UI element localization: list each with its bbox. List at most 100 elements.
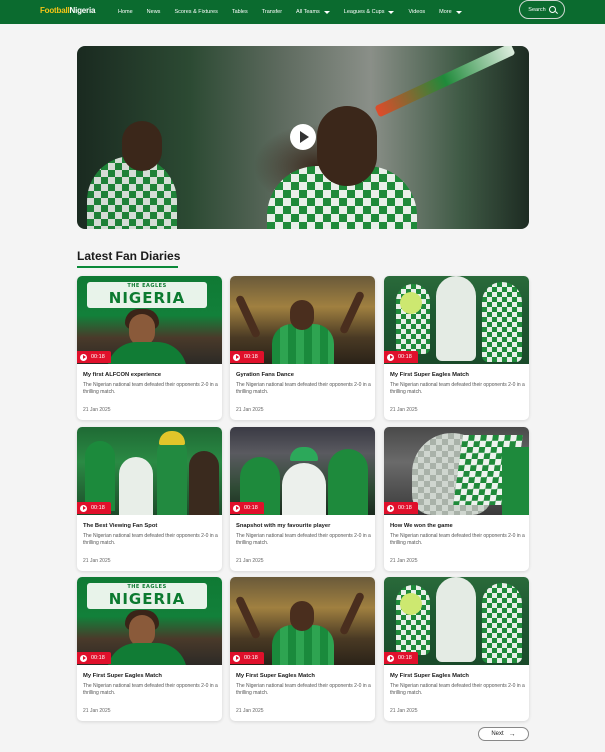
play-icon <box>233 353 240 361</box>
search-label: Search <box>528 6 546 13</box>
top-nav: FootballNigeria Home News Scores & Fixture… <box>0 0 605 24</box>
fan-diary-card[interactable]: 00:18 My First Super Eagles Match The Nige… <box>384 276 529 420</box>
thumb-p3 <box>328 449 368 515</box>
nav-item-leagues-cups[interactable]: Leagues & Cups <box>344 9 395 15</box>
fan-diary-card[interactable]: THE EAGLES NIGERIA 00:18 My First Super Eag… <box>77 577 222 721</box>
thumb-m2 <box>436 577 476 662</box>
nav-item-all-teams[interactable]: All Teams <box>296 9 330 15</box>
card-description: The Nigerian national team defeated thei… <box>236 382 371 395</box>
card-thumbnail[interactable]: 00:18 <box>384 427 529 515</box>
card-title[interactable]: My First Super Eagles Match <box>390 372 469 378</box>
card-description: The Nigerian national team defeated thei… <box>390 533 525 546</box>
card-title[interactable]: How We won the game <box>390 523 453 529</box>
nav-item-home[interactable]: Home <box>118 9 133 15</box>
nav-item-label: More <box>439 9 452 15</box>
card-description: The Nigerian national team defeated thei… <box>83 533 218 546</box>
thumb-face <box>290 300 314 330</box>
fan-diary-card[interactable]: THE EAGLES NIGERIA 00:18 My first ALFCON ex… <box>77 276 222 420</box>
thumb-p3 <box>157 437 187 515</box>
search-icon <box>548 6 556 13</box>
duration-text: 00:18 <box>91 354 105 360</box>
card-thumbnail[interactable]: 00:18 <box>230 276 375 364</box>
card-thumbnail[interactable]: THE EAGLES NIGERIA 00:18 <box>77 276 222 364</box>
section-title: Latest Fan Diaries <box>77 249 181 263</box>
nav-item-videos[interactable]: Videos <box>408 9 425 15</box>
hero-video[interactable] <box>77 46 529 229</box>
card-title[interactable]: My First Super Eagles Match <box>236 673 315 679</box>
thumb-hat <box>290 447 318 461</box>
nav-item-label: News <box>146 9 161 15</box>
card-thumbnail[interactable]: 00:18 <box>230 427 375 515</box>
arrow-right-icon: → <box>508 730 516 738</box>
play-icon <box>80 353 87 361</box>
nav-item-news[interactable]: News <box>147 9 161 15</box>
fan-diary-card[interactable]: 00:18 The Best Viewing Fan Spot The Nigeri… <box>77 427 222 571</box>
card-date: 21 Jan 2025 <box>390 407 418 413</box>
card-description: The Nigerian national team defeated thei… <box>236 683 371 696</box>
next-page-button[interactable]: Next → <box>478 727 529 741</box>
card-title[interactable]: My first ALFCON experience <box>83 372 161 378</box>
banner-small-text: THE EAGLES <box>127 584 167 590</box>
card-thumbnail[interactable]: 00:18 <box>77 427 222 515</box>
thumb-body <box>272 324 334 364</box>
nav-item-scores-fixtures[interactable]: Scores & Fixtures <box>174 9 217 15</box>
nav-item-tables[interactable]: Tables <box>232 9 248 15</box>
play-icon[interactable] <box>290 124 316 150</box>
fan-diary-card[interactable]: 00:18 Snapshot with my favourite player Th… <box>230 427 375 571</box>
nav-item-transfer[interactable]: Transfer <box>262 9 282 15</box>
thumb-arm1 <box>234 294 262 339</box>
nav-item-label: Home <box>118 9 133 15</box>
duration-badge: 00:18 <box>77 351 111 363</box>
card-description: The Nigerian national team defeated thei… <box>83 683 218 696</box>
card-date: 21 Jan 2025 <box>83 407 111 413</box>
card-thumbnail[interactable]: 00:18 <box>384 577 529 665</box>
chevron-down-icon <box>455 10 462 14</box>
duration-badge: 00:18 <box>230 351 264 363</box>
duration-badge: 00:18 <box>230 652 264 664</box>
duration-text: 00:18 <box>244 354 258 360</box>
fan-diary-card[interactable]: 00:18 My First Super Eagles Match The Nige… <box>230 577 375 721</box>
thumb-ball <box>400 292 422 314</box>
duration-text: 00:18 <box>398 354 412 360</box>
site-logo[interactable]: FootballNigeria <box>40 6 95 15</box>
fan-diary-card[interactable]: 00:18 Gyration Fans Dance The Nigerian nat… <box>230 276 375 420</box>
duration-badge: 00:18 <box>77 502 111 514</box>
nav-item-more[interactable]: More <box>439 9 462 15</box>
nav-item-label: All Teams <box>296 9 320 15</box>
fan-diary-card[interactable]: 00:18 My First Super Eagles Match The Nige… <box>384 577 529 721</box>
card-title[interactable]: My First Super Eagles Match <box>83 673 162 679</box>
duration-text: 00:18 <box>244 655 258 661</box>
thumb-body <box>272 625 334 665</box>
card-title[interactable]: The Best Viewing Fan Spot <box>83 523 157 529</box>
card-date: 21 Jan 2025 <box>390 558 418 564</box>
duration-text: 00:18 <box>91 505 105 511</box>
search-button[interactable]: Search <box>519 0 565 19</box>
card-title[interactable]: Gyration Fans Dance <box>236 372 294 378</box>
card-thumbnail[interactable]: 00:18 <box>230 577 375 665</box>
nav-item-label: Leagues & Cups <box>343 9 385 15</box>
hero-vuvuzela <box>374 46 516 118</box>
card-date: 21 Jan 2025 <box>83 708 111 714</box>
card-title[interactable]: My First Super Eagles Match <box>390 673 469 679</box>
chevron-down-icon <box>388 10 395 14</box>
duration-text: 00:18 <box>91 655 105 661</box>
card-title[interactable]: Snapshot with my favourite player <box>236 523 330 529</box>
nav-menu: Home News Scores & Fixtures Tables Transfer A… <box>118 0 476 24</box>
card-thumbnail[interactable]: THE EAGLES NIGERIA 00:18 <box>77 577 222 665</box>
duration-badge: 00:18 <box>384 351 418 363</box>
nav-item-label: Videos <box>408 9 426 15</box>
fan-diary-card[interactable]: 00:18 How We won the game The Nigerian nat… <box>384 427 529 571</box>
play-icon <box>387 504 394 512</box>
duration-text: 00:18 <box>398 505 412 511</box>
thumb-p2 <box>119 457 153 515</box>
thumb-green <box>502 447 529 515</box>
thumb-m2 <box>436 276 476 361</box>
thumb-p4 <box>189 451 219 515</box>
hero-fan-head-main <box>317 106 377 186</box>
card-date: 21 Jan 2025 <box>236 407 264 413</box>
play-icon <box>387 654 394 662</box>
thumb-hat <box>159 431 185 445</box>
nav-item-label: Scores & Fixtures <box>174 9 218 15</box>
duration-badge: 00:18 <box>77 652 111 664</box>
card-thumbnail[interactable]: 00:18 <box>384 276 529 364</box>
